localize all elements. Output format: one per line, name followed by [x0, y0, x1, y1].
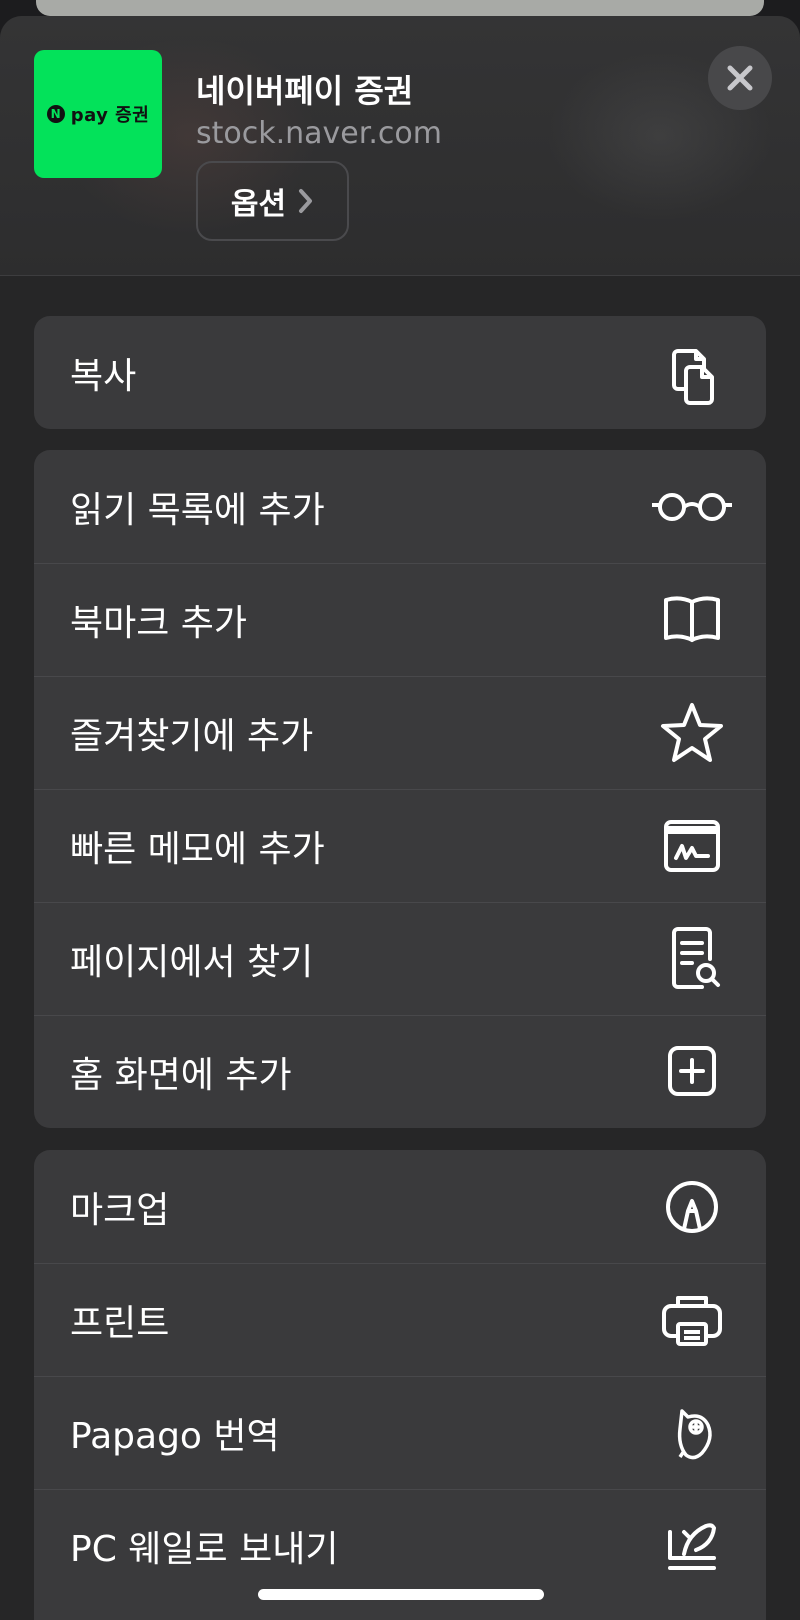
papago-icon	[648, 1397, 736, 1469]
quick-note-icon	[648, 810, 736, 882]
row-label: 페이지에서 찾기	[70, 941, 314, 983]
close-icon	[727, 65, 753, 91]
copy-row[interactable]: 복사	[34, 316, 766, 429]
row-label: 북마크 추가	[70, 602, 248, 644]
site-url: stock.naver.com	[196, 116, 442, 151]
home-indicator[interactable]	[258, 1589, 544, 1600]
action-group-3: 마크업 프린트 Papago 번역 PC 웨일로 보내기	[34, 1150, 766, 1620]
naver-n-badge: N	[46, 105, 65, 123]
row-label: 즐겨찾기에 추가	[70, 715, 314, 757]
quick-note-row[interactable]: 빠른 메모에 추가	[34, 789, 766, 902]
chevron-right-icon	[299, 189, 313, 213]
row-label: 읽기 목록에 추가	[70, 489, 325, 531]
favorites-row[interactable]: 즐겨찾기에 추가	[34, 676, 766, 789]
action-group-1: 복사	[34, 316, 766, 429]
background-sheet-edge	[36, 0, 764, 16]
row-label: 빠른 메모에 추가	[70, 828, 325, 870]
book-icon	[648, 584, 736, 656]
options-label: 옵션	[230, 187, 287, 222]
row-label: 마크업	[70, 1189, 170, 1231]
site-icon-text: pay 증권	[70, 105, 150, 126]
site-icon: N pay 증권	[34, 50, 162, 178]
row-label: 홈 화면에 추가	[70, 1054, 292, 1096]
copy-icon	[648, 337, 736, 409]
whale-icon	[648, 1510, 736, 1582]
share-sheet: N pay 증권 네이버페이 증권 stock.naver.com 옵션 복사	[0, 16, 800, 1620]
plus-square-icon	[648, 1036, 736, 1108]
row-label: 복사	[70, 355, 137, 397]
markup-row[interactable]: 마크업	[34, 1150, 766, 1263]
send-to-whale-row[interactable]: PC 웨일로 보내기	[34, 1489, 766, 1602]
share-header: N pay 증권 네이버페이 증권 stock.naver.com 옵션	[0, 16, 800, 276]
reading-list-row[interactable]: 읽기 목록에 추가	[34, 450, 766, 563]
markup-icon	[648, 1171, 736, 1243]
printer-icon	[648, 1284, 736, 1356]
options-button[interactable]: 옵션	[196, 161, 349, 241]
row-label: 프린트	[70, 1302, 170, 1344]
row-label: PC 웨일로 보내기	[70, 1528, 339, 1570]
site-title: 네이버페이 증권	[196, 72, 414, 110]
add-to-home-row[interactable]: 홈 화면에 추가	[34, 1015, 766, 1128]
close-button[interactable]	[708, 46, 772, 110]
row-label: Papago 번역	[70, 1415, 280, 1457]
star-icon	[648, 697, 736, 769]
glasses-icon	[648, 471, 736, 543]
action-group-2: 읽기 목록에 추가 북마크 추가 즐겨찾기에 추가 빠른 메모에 추가 페이지에…	[34, 450, 766, 1128]
print-row[interactable]: 프린트	[34, 1263, 766, 1376]
find-in-page-icon	[648, 923, 736, 995]
papago-row[interactable]: Papago 번역	[34, 1376, 766, 1489]
find-in-page-row[interactable]: 페이지에서 찾기	[34, 902, 766, 1015]
bookmark-row[interactable]: 북마크 추가	[34, 563, 766, 676]
